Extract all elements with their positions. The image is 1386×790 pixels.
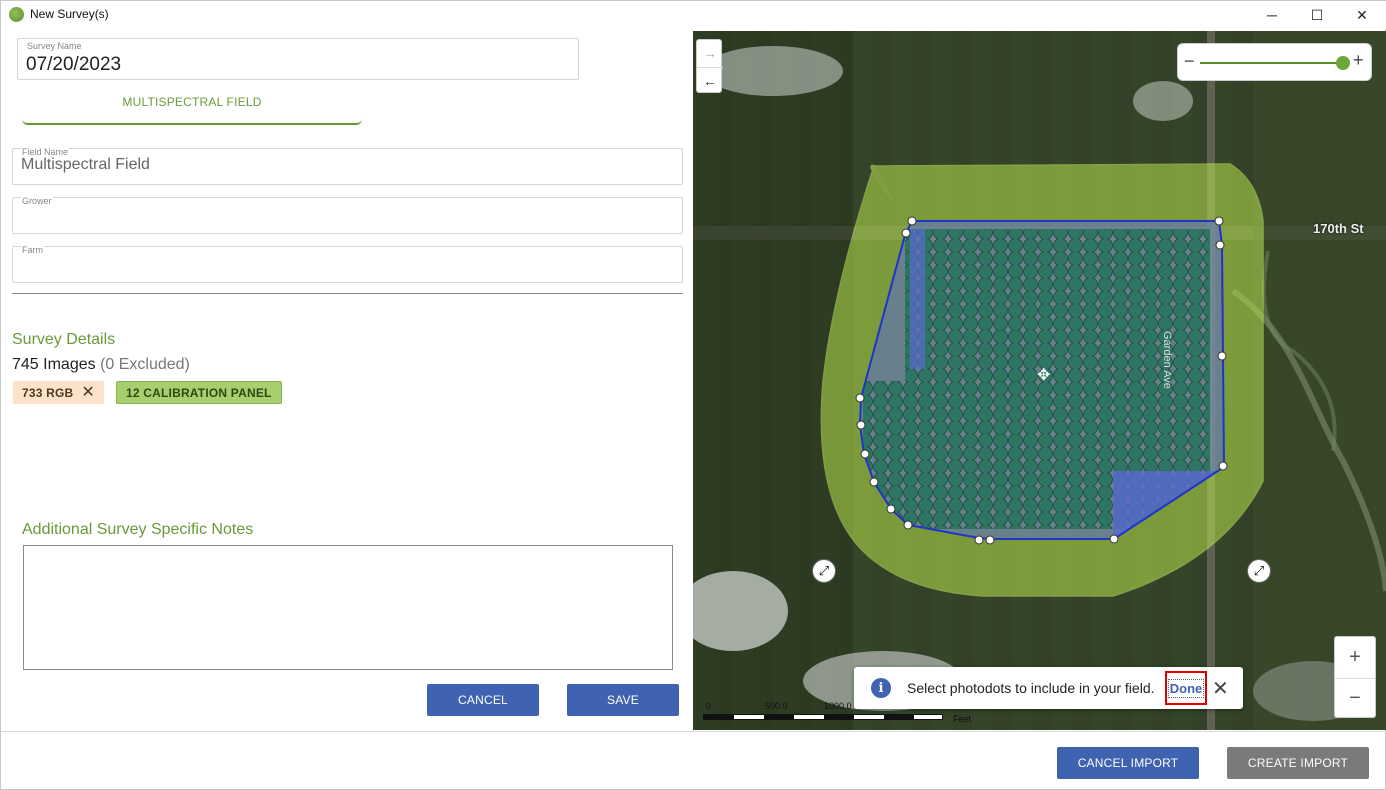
farm-label: Farm — [21, 245, 44, 255]
create-import-button[interactable]: CREATE IMPORT — [1227, 747, 1369, 779]
grower-field[interactable]: Grower — [12, 196, 683, 234]
road-label: 170th St — [1313, 221, 1364, 236]
survey-name-field[interactable]: Survey Name 07/20/2023 — [17, 38, 579, 80]
field-name-field[interactable]: Field Name Multispectral Field — [12, 147, 683, 185]
window-title: New Survey(s) — [30, 7, 109, 21]
scale-label-500: 500.0 — [765, 701, 788, 711]
images-count: 745 Images (0 Excluded) — [12, 356, 190, 374]
remove-rgb-icon[interactable]: ✕ — [81, 384, 95, 401]
app-logo-icon — [9, 7, 24, 22]
title-bar: New Survey(s) ─ ☐ ✕ — [1, 1, 1386, 29]
move-icon[interactable]: ✥ — [1037, 365, 1050, 385]
map-view[interactable]: 170th St Garden Ave ✥ ⤢ ⤢ → ← − + + − 0 … — [693, 31, 1386, 730]
survey-name-label: Survey Name — [26, 41, 83, 51]
info-icon: i — [871, 678, 891, 698]
slider-plus-icon[interactable]: + — [1353, 50, 1364, 71]
resize-handle-left[interactable]: ⤢ — [812, 559, 836, 583]
rgb-chip-label: 733 RGB — [22, 385, 74, 400]
scale-label-0: 0 — [706, 701, 712, 711]
grower-label: Grower — [21, 196, 53, 206]
maximize-button[interactable]: ☐ — [1294, 1, 1340, 29]
footer-divider — [1, 731, 1386, 732]
scale-ruler — [703, 714, 943, 720]
notes-title: Additional Survey Specific Notes — [22, 521, 254, 538]
back-arrow-icon[interactable]: ← — [697, 67, 723, 93]
toast-message: Select photodots to include in your fiel… — [907, 680, 1155, 696]
instruction-toast: i Select photodots to include in your fi… — [854, 667, 1243, 709]
close-window-button[interactable]: ✕ — [1339, 1, 1385, 29]
done-label: Done — [1167, 678, 1205, 698]
calibration-chip-label: 12 CALIBRATION PANEL — [126, 385, 272, 400]
road-label-vertical: Garden Ave — [1161, 331, 1173, 389]
zoom-in-button[interactable]: + — [1335, 637, 1375, 677]
forward-arrow-icon[interactable]: → — [697, 40, 723, 66]
survey-form-panel: Survey Name 07/20/2023 MULTISPECTRAL FIE… — [1, 29, 693, 731]
tab-label: MULTISPECTRAL FIELD — [122, 95, 262, 109]
cancel-import-button[interactable]: CANCEL IMPORT — [1057, 747, 1199, 779]
tab-multispectral-field[interactable]: MULTISPECTRAL FIELD — [22, 87, 362, 125]
minimize-button[interactable]: ─ — [1249, 1, 1295, 29]
images-count-text: 745 Images — [12, 356, 96, 373]
divider — [12, 293, 683, 294]
zoom-out-button[interactable]: − — [1335, 678, 1375, 718]
survey-name-value[interactable]: 07/20/2023 — [26, 54, 121, 76]
done-button[interactable]: Done — [1165, 671, 1207, 705]
slider-track[interactable] — [1200, 62, 1343, 64]
farm-field[interactable]: Farm — [12, 245, 683, 283]
cancel-button[interactable]: CANCEL — [427, 684, 539, 716]
scale-label-1000: 1000.0 — [824, 701, 852, 711]
zoom-controls: + − — [1334, 636, 1376, 718]
application-window: New Survey(s) ─ ☐ ✕ Survey Name 07/20/20… — [0, 0, 1386, 790]
rgb-chip: 733 RGB ✕ — [13, 381, 105, 404]
close-toast-icon[interactable]: ✕ — [1212, 676, 1229, 701]
slider-thumb[interactable] — [1336, 56, 1350, 70]
zoom-slider: − + — [1177, 43, 1372, 81]
field-name-value[interactable]: Multispectral Field — [21, 156, 150, 174]
scale-unit: Feet — [953, 714, 972, 724]
panel-nav: → ← — [696, 39, 723, 93]
resize-handle-right[interactable]: ⤢ — [1247, 559, 1271, 583]
notes-textarea[interactable] — [23, 545, 673, 670]
save-button[interactable]: SAVE — [567, 684, 679, 716]
survey-details-title: Survey Details — [12, 331, 116, 348]
calibration-panel-chip: 12 CALIBRATION PANEL — [116, 381, 282, 404]
slider-minus-icon[interactable]: − — [1184, 51, 1195, 72]
excluded-count: (0 Excluded) — [100, 356, 190, 373]
